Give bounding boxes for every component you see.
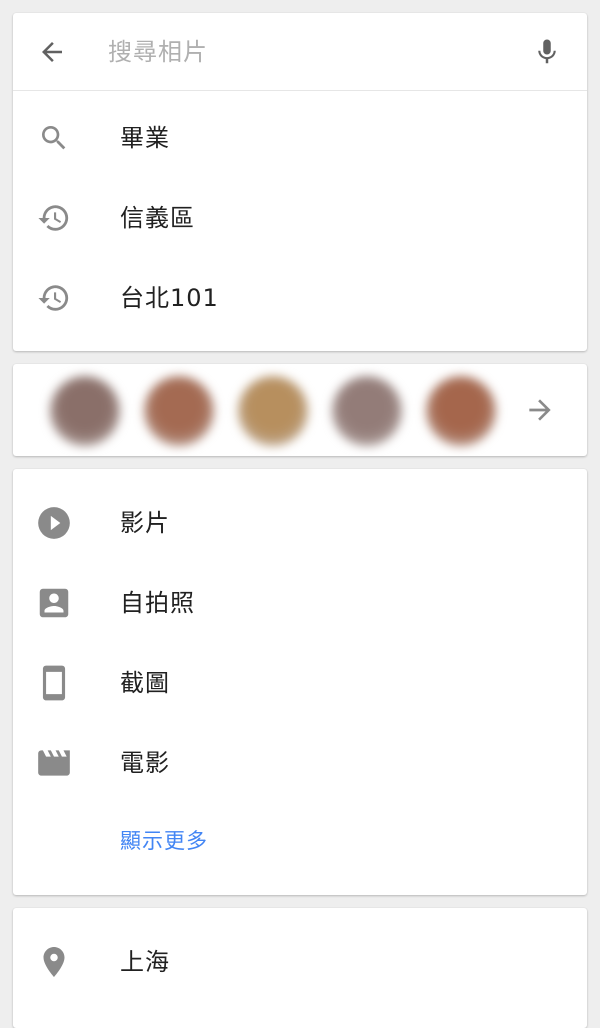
play-circle-icon	[34, 503, 74, 543]
movie-clapper-icon	[34, 743, 74, 783]
search-bar	[13, 13, 587, 91]
category-item-screenshots[interactable]: 截圖	[13, 643, 587, 723]
suggestion-label: 畢業	[120, 124, 170, 152]
back-button[interactable]	[27, 27, 77, 77]
location-pin-icon	[34, 942, 74, 982]
arrow-forward-icon	[529, 399, 551, 421]
suggestion-label: 台北101	[120, 284, 219, 312]
place-label: 上海	[120, 948, 170, 976]
phone-icon	[34, 663, 74, 703]
category-item-videos[interactable]: 影片	[13, 483, 587, 563]
search-icon	[34, 118, 74, 158]
suggestion-item[interactable]: 台北101	[13, 258, 587, 338]
show-more-link[interactable]: 顯示更多	[120, 821, 208, 861]
person-avatar[interactable]	[144, 376, 214, 446]
microphone-icon	[538, 39, 556, 64]
places-card: 上海	[13, 908, 587, 1028]
category-label: 自拍照	[120, 589, 195, 617]
place-item[interactable]: 上海	[13, 922, 587, 1002]
arrow-back-icon	[42, 42, 62, 62]
history-icon	[34, 198, 74, 238]
person-avatar[interactable]	[332, 376, 402, 446]
people-more-button[interactable]	[515, 385, 565, 435]
portrait-icon	[34, 583, 74, 623]
suggestion-item[interactable]: 畢業	[13, 98, 587, 178]
suggestion-label: 信義區	[120, 204, 195, 232]
category-item-movies[interactable]: 電影	[13, 723, 587, 803]
person-avatar[interactable]	[426, 376, 496, 446]
category-item-selfies[interactable]: 自拍照	[13, 563, 587, 643]
person-avatar[interactable]	[50, 376, 120, 446]
search-card: 畢業 信義區 台北101	[13, 13, 587, 351]
categories-card: 影片 自拍照 截圖 電影 顯示更多	[13, 469, 587, 895]
people-card	[13, 364, 587, 456]
category-label: 電影	[120, 749, 170, 777]
person-avatar[interactable]	[238, 376, 308, 446]
voice-search-button[interactable]	[522, 27, 572, 77]
history-icon	[34, 278, 74, 318]
people-strip	[28, 370, 498, 450]
search-input[interactable]	[108, 27, 488, 77]
category-label: 影片	[120, 509, 170, 537]
category-label: 截圖	[120, 669, 170, 697]
suggestion-item[interactable]: 信義區	[13, 178, 587, 258]
